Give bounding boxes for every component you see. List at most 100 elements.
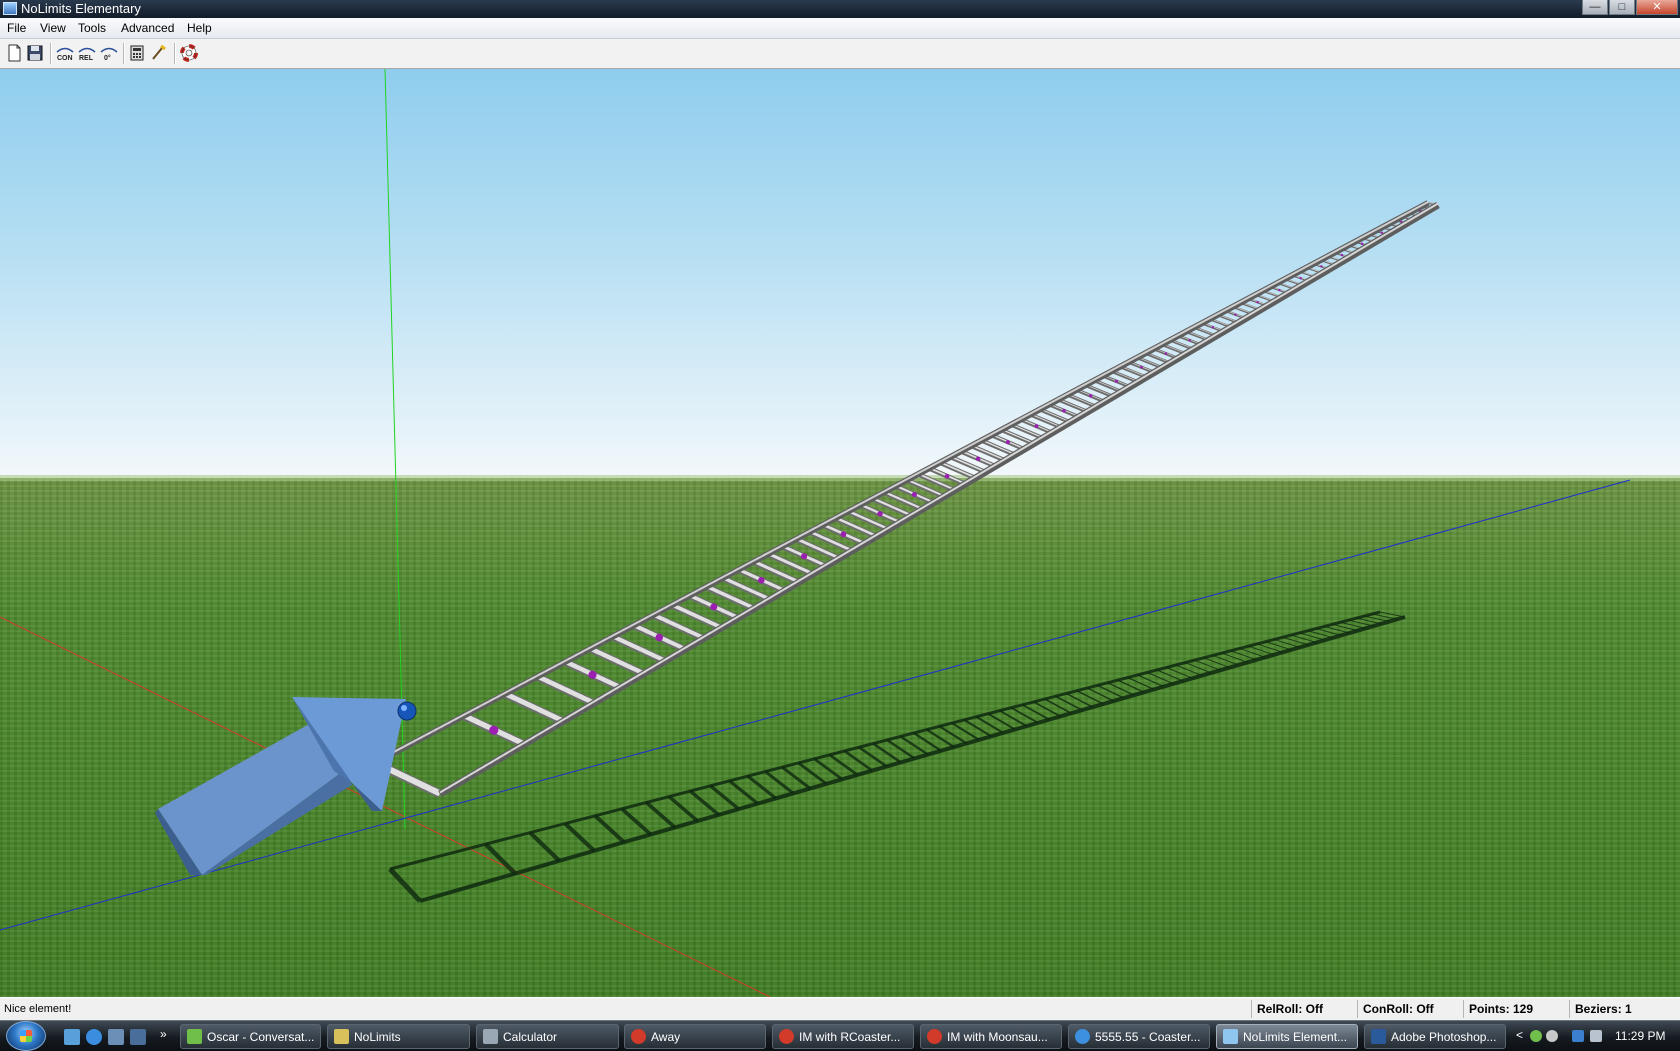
shadow-tie <box>1256 643 1283 653</box>
rel-roll-label: REL <box>79 55 94 62</box>
control-node <box>489 725 499 735</box>
control-node <box>710 603 718 611</box>
clock[interactable]: 11:29 PM <box>1615 1029 1665 1043</box>
control-node <box>1299 276 1302 280</box>
shadow-tie <box>1097 684 1125 699</box>
task-im-rcoaster[interactable]: IM with RCoaster... <box>772 1024 914 1049</box>
media-icon[interactable] <box>130 1029 146 1045</box>
track-tie <box>588 646 645 676</box>
task-calculator[interactable]: Calculator <box>476 1024 619 1049</box>
control-node <box>1188 339 1191 342</box>
task-nolimits-folder[interactable]: NoLimits <box>327 1024 470 1049</box>
control-node <box>877 511 883 517</box>
task-photoshop[interactable]: Adobe Photoshop... <box>1364 1024 1506 1049</box>
shadow-tie <box>1248 645 1275 656</box>
start-button[interactable] <box>6 1021 46 1051</box>
shadow-tie <box>1230 650 1257 661</box>
rel-roll-icon[interactable]: REL <box>76 43 96 63</box>
control-node <box>975 456 981 462</box>
calculator-icon[interactable] <box>127 43 147 63</box>
ie-icon <box>1075 1029 1090 1044</box>
shadow-tie <box>1147 671 1174 685</box>
task-label: IM with RCoaster... <box>799 1030 901 1044</box>
im-icon <box>631 1029 646 1044</box>
control-node <box>1140 365 1143 369</box>
chevron-left-icon[interactable]: < <box>1516 1028 1523 1042</box>
direction-arrow[interactable] <box>155 697 406 875</box>
folder-icon <box>334 1029 349 1044</box>
window-switcher-icon[interactable] <box>108 1029 124 1045</box>
edit-tool-icon[interactable] <box>149 43 169 63</box>
shadow-tie <box>1086 687 1114 702</box>
shadow-tie <box>645 801 677 829</box>
menu-help[interactable]: Help <box>187 21 212 35</box>
control-node <box>588 670 597 679</box>
menu-view[interactable]: View <box>40 21 66 35</box>
relroll-status: RelRoll: Off <box>1251 1000 1357 1018</box>
coaster-track[interactable] <box>373 200 1440 799</box>
shadow-tie <box>1107 682 1135 696</box>
menu-file[interactable]: File <box>7 21 26 35</box>
control-node <box>1278 288 1281 292</box>
new-file-icon[interactable] <box>4 43 24 63</box>
con-roll-icon[interactable]: CON <box>54 43 74 63</box>
shadow-tie <box>388 867 422 903</box>
lifebuoy-icon[interactable] <box>179 43 199 63</box>
shadow-tie <box>528 831 561 863</box>
control-node <box>1211 326 1215 329</box>
shadow-tie <box>1221 652 1248 663</box>
shadow-tie <box>1194 659 1221 671</box>
start-node[interactable] <box>397 701 417 721</box>
toolbar: CON REL 0° <box>0 39 1680 69</box>
ie-icon[interactable] <box>86 1029 102 1045</box>
shadow-tie <box>746 774 777 800</box>
app-icon <box>3 2 17 15</box>
task-label: Calculator <box>503 1030 558 1044</box>
status-icon[interactable] <box>1546 1030 1558 1042</box>
shadow-tie <box>1044 698 1072 714</box>
buddy-icon[interactable] <box>1530 1030 1542 1042</box>
task-oscar[interactable]: Oscar - Conversat... <box>180 1024 321 1049</box>
window-controls: — □ ✕ <box>1581 0 1678 16</box>
task-label: Oscar - Conversat... <box>207 1030 315 1044</box>
menu-advanced[interactable]: Advanced <box>121 21 174 35</box>
windows-logo-icon <box>20 1030 32 1042</box>
control-node <box>1380 231 1384 234</box>
quicklaunch-more-icon[interactable]: » <box>160 1027 167 1041</box>
shadow-tie <box>709 784 740 811</box>
scene-overlay <box>0 69 1680 997</box>
network-icon[interactable] <box>1572 1030 1584 1042</box>
shadow-tie <box>1156 669 1184 682</box>
task-label: 5555.55 - Coaster... <box>1095 1030 1201 1044</box>
control-node <box>840 531 847 538</box>
close-button[interactable]: ✕ <box>1636 0 1678 15</box>
3d-viewport[interactable] <box>0 69 1680 997</box>
task-coaster-page[interactable]: 5555.55 - Coaster... <box>1068 1024 1210 1049</box>
control-node <box>1088 394 1093 398</box>
control-node <box>1320 265 1323 268</box>
photoshop-icon <box>1371 1029 1386 1044</box>
shadow-tie <box>1203 657 1230 669</box>
right-rail <box>438 201 1440 798</box>
shadow-tie <box>1185 662 1212 674</box>
task-nolimits-elementary[interactable]: NoLimits Element... <box>1216 1024 1358 1049</box>
right-rail-highlight <box>439 202 1439 794</box>
status-message: Nice element! <box>4 1003 72 1015</box>
control-node <box>1340 253 1344 257</box>
maximize-button[interactable]: □ <box>1609 0 1635 15</box>
shadow-tie <box>1137 674 1164 688</box>
zero-roll-icon[interactable]: 0° <box>98 43 118 63</box>
shadow-tie <box>1265 641 1292 651</box>
menu-tools[interactable]: Tools <box>78 21 106 35</box>
shadow-tie <box>563 822 596 853</box>
control-node <box>1005 440 1010 445</box>
volume-icon[interactable] <box>1590 1030 1602 1042</box>
show-desktop-icon[interactable] <box>64 1029 80 1045</box>
task-away[interactable]: Away <box>624 1024 766 1049</box>
minimize-button[interactable]: — <box>1582 0 1608 15</box>
track-shadow <box>388 610 1406 903</box>
task-im-moonsau[interactable]: IM with Moonsau... <box>920 1024 1062 1049</box>
task-label: NoLimits <box>354 1030 401 1044</box>
shadow-tie <box>764 770 795 795</box>
save-icon[interactable] <box>25 43 45 63</box>
